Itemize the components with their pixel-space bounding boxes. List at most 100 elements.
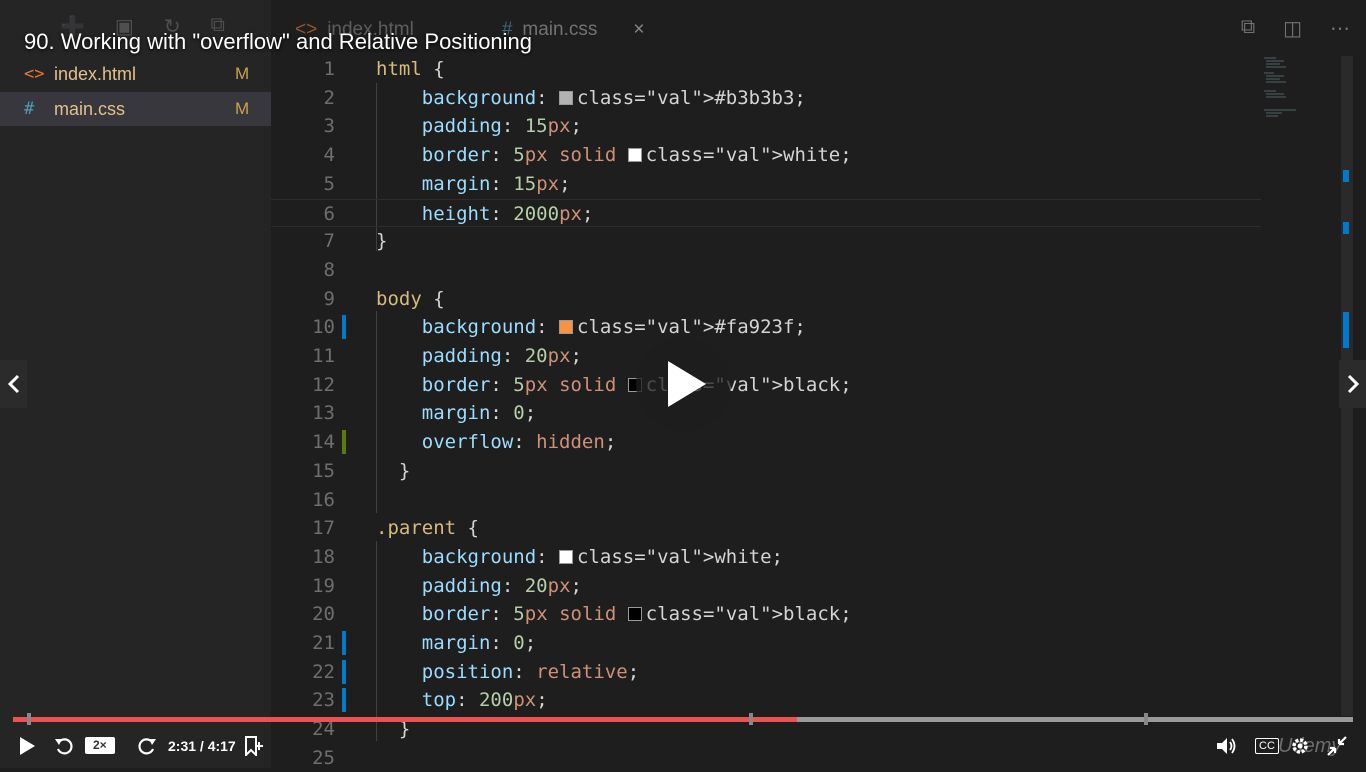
color-swatch[interactable] <box>559 90 574 105</box>
code-text: border: 5px solid class="val">black; <box>421 603 852 626</box>
code-text: padding: 20px; <box>421 345 582 367</box>
rewind-icon <box>55 738 73 755</box>
time-display: 2:31 / 4:17 <box>168 738 236 754</box>
explorer-sidebar: ➕ ▣ ↻ ⧉ <> index.html M # main.css M <box>0 0 271 768</box>
explorer-file-item[interactable]: <> index.html M <box>0 57 271 91</box>
line-number: 19 <box>312 574 335 597</box>
file-name: index.html <box>54 63 137 84</box>
playback-speed-button[interactable]: 2× <box>85 737 115 754</box>
color-swatch[interactable] <box>559 320 574 335</box>
code-line: 10 background: class="val">#fa923f; <box>271 313 1261 341</box>
line-number: 20 <box>312 603 335 626</box>
code-text: padding: 20px; <box>421 574 582 597</box>
line-number: 21 <box>312 632 335 654</box>
forward-icon <box>138 738 156 755</box>
next-lecture-button[interactable] <box>1339 360 1366 408</box>
scroll-change-marker <box>1343 170 1349 182</box>
code-line: 6 height: 2000px; <box>271 198 1261 227</box>
code-text: background: class="val">white; <box>421 545 783 568</box>
line-number: 3 <box>323 115 335 138</box>
open-preview-icon[interactable]: ⧉ <box>1241 16 1255 41</box>
git-change-marker <box>342 659 346 684</box>
line-number: 8 <box>323 258 335 281</box>
code-line: 15 } <box>271 457 1261 485</box>
code-line: 16 <box>271 486 1261 514</box>
line-number: 5 <box>323 172 335 195</box>
play-button[interactable] <box>18 734 36 758</box>
editor-actions: ⧉ ◫ ⋯ <box>1241 16 1350 41</box>
line-number: 1 <box>323 58 335 80</box>
html-file-icon: <> <box>24 64 45 84</box>
code-editor[interactable]: 1 html {2 background: class="val">#b3b3b3… <box>271 55 1261 769</box>
line-number: 13 <box>312 402 335 425</box>
split-editor-icon[interactable]: ◫ <box>1283 16 1302 41</box>
code-text: position: relative; <box>421 660 640 683</box>
previous-lecture-button[interactable] <box>0 360 27 408</box>
code-line: 13 margin: 0; <box>271 399 1261 427</box>
code-line: 5 margin: 15px; <box>271 170 1261 198</box>
code-text: } <box>376 459 411 482</box>
code-text: margin: 0; <box>421 632 537 654</box>
captions-button[interactable]: CC <box>1255 738 1279 754</box>
progress-fill <box>13 717 797 722</box>
code-text: .parent { <box>376 517 479 540</box>
close-tab-icon[interactable]: × <box>633 19 644 41</box>
color-swatch[interactable] <box>627 148 642 163</box>
line-number: 6 <box>323 202 335 225</box>
line-number: 2 <box>323 86 335 109</box>
rewind-button[interactable] <box>54 734 74 758</box>
code-text: padding: 15px; <box>421 115 582 138</box>
color-swatch[interactable] <box>559 549 574 564</box>
code-text: background: class="val">#b3b3b3; <box>421 86 806 109</box>
settings-button[interactable] <box>1290 734 1310 758</box>
big-play-button[interactable] <box>636 337 731 432</box>
scroll-change-marker <box>1343 312 1349 348</box>
video-title: 90. Working with "overflow" and Relative… <box>24 29 533 54</box>
forward-button[interactable] <box>137 734 157 758</box>
git-status-badge: M <box>235 64 250 83</box>
more-actions-icon[interactable]: ⋯ <box>1330 16 1350 41</box>
css-file-icon: # <box>24 99 35 119</box>
code-line: 17 .parent { <box>271 514 1261 542</box>
code-line: 8 <box>271 256 1261 284</box>
code-line: 11 padding: 20px; <box>271 342 1261 370</box>
line-number: 18 <box>312 545 335 568</box>
code-line: 9 body { <box>271 285 1261 313</box>
exit-fullscreen-icon <box>1327 736 1347 756</box>
code-line: 14 overflow: hidden; <box>271 428 1261 456</box>
code-line: 12 border: 5px solid class="val">black; <box>271 371 1261 399</box>
code-line: 7} <box>271 227 1261 255</box>
line-number: 15 <box>312 459 335 482</box>
player-controls: 2× 2:31 / 4:17 CC Udemy <box>0 708 1366 768</box>
code-text: background: class="val">#fa923f; <box>421 316 806 339</box>
explorer-file-item[interactable]: # main.css M <box>0 92 271 126</box>
exit-fullscreen-button[interactable] <box>1326 734 1348 758</box>
code-text: height: 2000px; <box>421 202 594 225</box>
minimap[interactable] <box>1262 55 1302 125</box>
code-text: margin: 0; <box>421 402 537 425</box>
code-line: 21 margin: 0; <box>271 629 1261 657</box>
bookmark-add-icon <box>245 736 263 756</box>
line-number: 7 <box>323 230 335 253</box>
chevron-right-icon <box>1347 374 1359 394</box>
line-number: 4 <box>323 144 335 167</box>
code-text: margin: 15px; <box>421 172 571 195</box>
code-line: 19 padding: 20px; <box>271 572 1261 600</box>
code-text: body { <box>376 287 445 310</box>
tab-label: main.css <box>522 19 598 40</box>
line-number: 22 <box>312 660 335 683</box>
volume-button[interactable] <box>1216 734 1238 758</box>
line-number: 11 <box>312 345 335 367</box>
add-bookmark-button[interactable] <box>243 734 263 758</box>
git-change-marker <box>342 430 346 455</box>
code-line: 18 background: class="val">white; <box>271 543 1261 571</box>
line-number: 17 <box>312 517 335 540</box>
play-icon <box>668 361 706 407</box>
code-line: 2 background: class="val">#b3b3b3; <box>271 84 1261 112</box>
code-text: border: 5px solid class="val">black; <box>421 373 852 396</box>
chapter-marker <box>1144 713 1148 725</box>
code-text: overflow: hidden; <box>421 431 617 454</box>
color-swatch[interactable] <box>627 607 642 622</box>
code-text: } <box>376 230 388 253</box>
line-number: 10 <box>312 316 335 339</box>
